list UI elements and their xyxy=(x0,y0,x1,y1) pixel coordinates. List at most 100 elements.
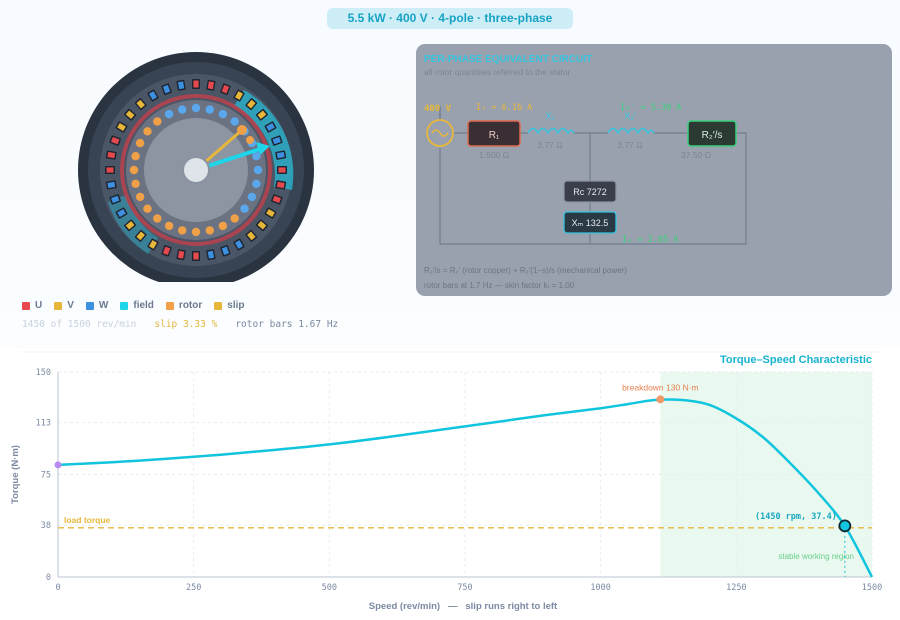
rotor-bar xyxy=(143,204,152,213)
rotor-bar xyxy=(135,138,145,148)
legend-swatch-slip xyxy=(214,301,223,310)
rotor-bar xyxy=(247,192,257,202)
rotor-bar xyxy=(253,165,263,175)
breakdown-label: breakdown 130 N·m xyxy=(622,382,699,392)
x-tick-label: 500 xyxy=(322,583,337,593)
rotor-bar xyxy=(205,226,214,235)
stator-slot xyxy=(275,150,287,160)
stator-slot xyxy=(192,79,200,89)
rotor-bar xyxy=(164,109,174,119)
legend-swatch-v xyxy=(54,301,63,310)
rotor-bar xyxy=(131,152,140,161)
source-voltage-label: 400 V xyxy=(424,104,452,114)
x-tick-label: 0 xyxy=(55,583,60,593)
r1-label: R₁ xyxy=(489,130,500,141)
rotor-position-dot-2 xyxy=(246,136,254,144)
y-tick-label: 113 xyxy=(36,419,51,429)
rotor-bar xyxy=(135,192,145,202)
rotor-bar xyxy=(131,179,140,188)
y-tick-label: 75 xyxy=(41,471,51,481)
circuit-title: PER-PHASE EQUIVALENT CIRCUIT xyxy=(424,54,592,65)
circuit-note-1: R₂′/s = R₂′ (rotor copper) + R₂′(1−s)/s … xyxy=(424,266,627,275)
legend-item-u: U xyxy=(22,300,42,311)
ac-source-wave-icon xyxy=(431,129,449,137)
im-label: Iₘ = 2.85 A xyxy=(622,235,678,245)
legend-label-rotor: rotor xyxy=(178,300,203,311)
x-tick-label: 1500 xyxy=(862,583,882,593)
x2-inductor xyxy=(607,127,655,135)
rotor-bar xyxy=(218,109,228,119)
starting-torque-point xyxy=(54,461,62,469)
rotor-bar xyxy=(205,105,214,114)
x-tick-label: 1250 xyxy=(726,583,746,593)
x1-label: X₁ xyxy=(545,111,554,121)
rotor-bar xyxy=(178,105,187,114)
speed-readout: 1450 of 1500 rev/min xyxy=(22,319,137,330)
r2s-label: R₂′/s xyxy=(702,130,723,141)
legend-item-slip: slip xyxy=(214,300,245,311)
x-tick-label: 250 xyxy=(186,583,201,593)
rotor-bar xyxy=(164,221,174,231)
legend-swatch-u xyxy=(22,301,30,310)
r2s-value: 37.50 Ω xyxy=(681,150,711,160)
motor-rating-title: 5.5 kW · 400 V · 4-pole · three-phase xyxy=(327,8,573,29)
rotor-bars-readout: rotor bars 1.67 Hz xyxy=(235,319,339,330)
chart-title: Torque–Speed Characteristic xyxy=(720,354,872,366)
xm-label: Xₘ 132.5 xyxy=(572,218,609,228)
stator-slot-winding xyxy=(278,167,286,173)
stator-slot xyxy=(105,150,117,160)
x1-value: 3.77 Ω xyxy=(537,140,562,150)
equivalent-circuit-diagram: PER-PHASE EQUIVALENT CIRCUIT all rotor q… xyxy=(424,54,747,290)
r1-value: 1.500 Ω xyxy=(479,150,509,160)
rotor-bar xyxy=(191,227,201,237)
load-torque-label: load torque xyxy=(64,515,111,525)
x-axis-label: Speed (rev/min) — slip runs right to lef… xyxy=(369,601,558,612)
i2-label: I₂′ = 5.30 A xyxy=(620,103,681,113)
i1-label: I₁ = 6.16 A xyxy=(476,103,532,113)
stator-slot xyxy=(105,180,117,190)
rotor-position-dot xyxy=(237,125,247,135)
motor-cross-section xyxy=(78,52,314,282)
breakdown-point xyxy=(656,395,665,404)
rotor-bar xyxy=(240,204,249,213)
legend-label-u: U xyxy=(35,300,43,311)
stable-region-label: stable working region xyxy=(778,552,854,561)
y-axis-label: Torque (N·m) xyxy=(10,445,21,504)
stator-slot xyxy=(192,251,200,261)
rotor-bar xyxy=(178,226,187,235)
stator-slot-winding xyxy=(193,80,199,88)
legend-item-rotor: rotor xyxy=(165,300,203,311)
circuit-subtitle: all rotor quantities referred to the sta… xyxy=(424,67,571,77)
legend-label-w: W xyxy=(98,300,109,311)
legend-swatch-rotor xyxy=(165,301,174,310)
stator-slot xyxy=(206,249,216,261)
rotor-bar xyxy=(191,103,201,113)
legend-swatch-field xyxy=(120,301,129,310)
rotor-bar xyxy=(218,221,228,231)
rotor-bar xyxy=(153,214,162,223)
y-tick-label: 0 xyxy=(46,573,51,583)
rotor-bar xyxy=(230,214,239,223)
torque-speed-chart: 0 250 500 750 1000 1250 1500 0 38 75 113 150 Torque… xyxy=(0,348,900,620)
slip-readout: slip 3.33 % xyxy=(154,319,218,330)
legend-item-v: V xyxy=(54,300,74,311)
stator-slot xyxy=(176,249,186,261)
y-tick-label: 150 xyxy=(36,368,51,378)
stator-slot xyxy=(206,79,216,91)
stator-slot xyxy=(176,79,186,91)
legend-swatch-w xyxy=(85,301,94,310)
x-tick-label: 1000 xyxy=(590,583,610,593)
legend-item-w: W xyxy=(85,300,109,311)
rotor-bar xyxy=(252,179,261,188)
circuit-note-2: rotor bars at 1.7 Hz — skin factor kᵣ = … xyxy=(424,281,575,290)
rc-label: Rc 7272 xyxy=(573,187,607,197)
stator-slot-winding xyxy=(106,167,114,173)
motor-status: 1450 of 1500 rev/min slip 3.33 % rotor b… xyxy=(22,319,338,330)
stator-slot xyxy=(275,180,287,190)
rotor-bar xyxy=(153,117,162,126)
shaft xyxy=(182,156,210,184)
rotor-bar xyxy=(252,152,261,161)
x1-inductor xyxy=(527,127,575,135)
stator-slot xyxy=(105,166,115,174)
legend-label-slip: slip xyxy=(227,300,245,311)
